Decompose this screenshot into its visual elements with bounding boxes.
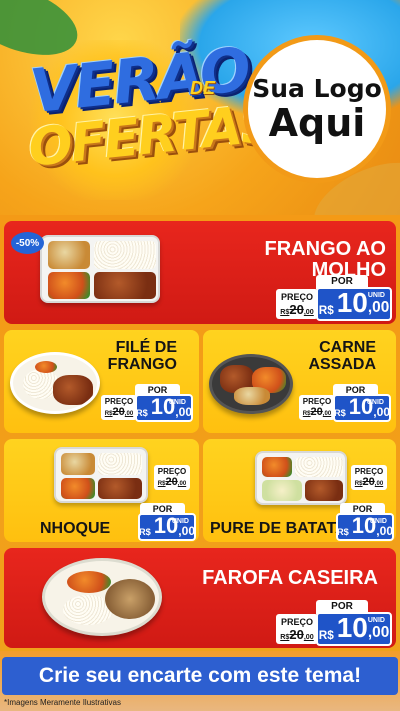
product-card-file-de-frango[interactable]: FILÉ DE FRANGO POR PREÇO R$20,00 R$ 10 ,0… — [4, 330, 199, 433]
food-image — [209, 354, 293, 414]
product-card-pure-de-batata[interactable]: PREÇO R$20,00 PURE DE BATATA POR R$ 10 ,… — [203, 439, 396, 542]
product-name: CARNE ASSADA — [308, 339, 376, 373]
cta-banner-button[interactable]: Crie seu encarte com este tema! — [2, 657, 398, 695]
price-block: POR R$ 10 ,00 UNID — [134, 503, 198, 541]
footnote: *Imagens Meramente Ilustrativas — [4, 698, 121, 707]
old-price-box: PREÇO R$20,00 — [276, 289, 318, 319]
product-name: FILÉ DE FRANGO — [107, 339, 177, 373]
new-price-box: R$ 10 ,00 UNID — [333, 394, 391, 422]
old-price-box: PREÇO R$20,00 — [299, 395, 335, 420]
food-image — [42, 558, 162, 636]
price-block: POR PREÇO R$20,00 R$ 10 ,00 UNID — [276, 275, 392, 321]
new-price-box: R$ 10 ,00 UNID — [316, 287, 392, 321]
price-block-top: PREÇO R$20,00 — [351, 465, 396, 501]
old-price-box: PREÇO R$20,00 — [101, 395, 137, 420]
old-price-box: PREÇO R$20,00 — [276, 614, 318, 644]
discount-badge: -50% — [11, 232, 44, 254]
food-image — [40, 235, 160, 303]
price-block: POR R$ 10 ,00 UNID — [334, 503, 396, 541]
product-name: NHOQUE — [40, 520, 111, 537]
product-name: PURE DE BATATA — [210, 520, 347, 537]
food-image — [255, 451, 347, 505]
logo-line1: Sua Logo — [252, 73, 382, 103]
price-block-top: PREÇO R$20,00 — [154, 465, 199, 501]
logo-placeholder[interactable]: Sua Logo Aqui — [243, 35, 391, 183]
hero-header: VERÃO DE OFERTAS Sua Logo Aqui — [0, 0, 400, 215]
product-card-carne-assada[interactable]: CARNE ASSADA POR PREÇO R$20,00 R$ 10 ,00 … — [203, 330, 396, 433]
logo-line2: Aqui — [268, 100, 366, 145]
product-card-nhoque[interactable]: PREÇO R$20,00 NHOQUE POR R$ 10 ,00 UNID — [4, 439, 199, 542]
new-price-box: R$ 10 ,00 UNID — [336, 513, 394, 541]
food-image — [54, 447, 148, 503]
price-block: POR PREÇO R$20,00 R$ 10 ,00 UNID — [101, 384, 195, 424]
product-card-frango-ao-molho[interactable]: -50% FRANGO AO MOLHO POR PREÇO R$20,00 R… — [4, 221, 396, 324]
product-name: FAROFA CASEIRA — [202, 567, 378, 589]
new-price-box: R$ 10 ,00 UNID — [135, 394, 193, 422]
old-price-box: PREÇO R$20,00 — [351, 465, 387, 490]
product-card-farofa-caseira[interactable]: FAROFA CASEIRA POR PREÇO R$20,00 R$ 10 ,… — [4, 548, 396, 648]
price-block: POR PREÇO R$20,00 R$ 10 ,00 UNID — [276, 600, 392, 646]
title-de: DE — [190, 78, 216, 98]
old-price-box: PREÇO R$20,00 — [154, 465, 190, 490]
price-block: POR PREÇO R$20,00 R$ 10 ,00 UNID — [299, 384, 393, 424]
new-price-box: R$ 10 ,00 UNID — [138, 513, 196, 541]
new-price-box: R$ 10 ,00 UNID — [316, 612, 392, 646]
